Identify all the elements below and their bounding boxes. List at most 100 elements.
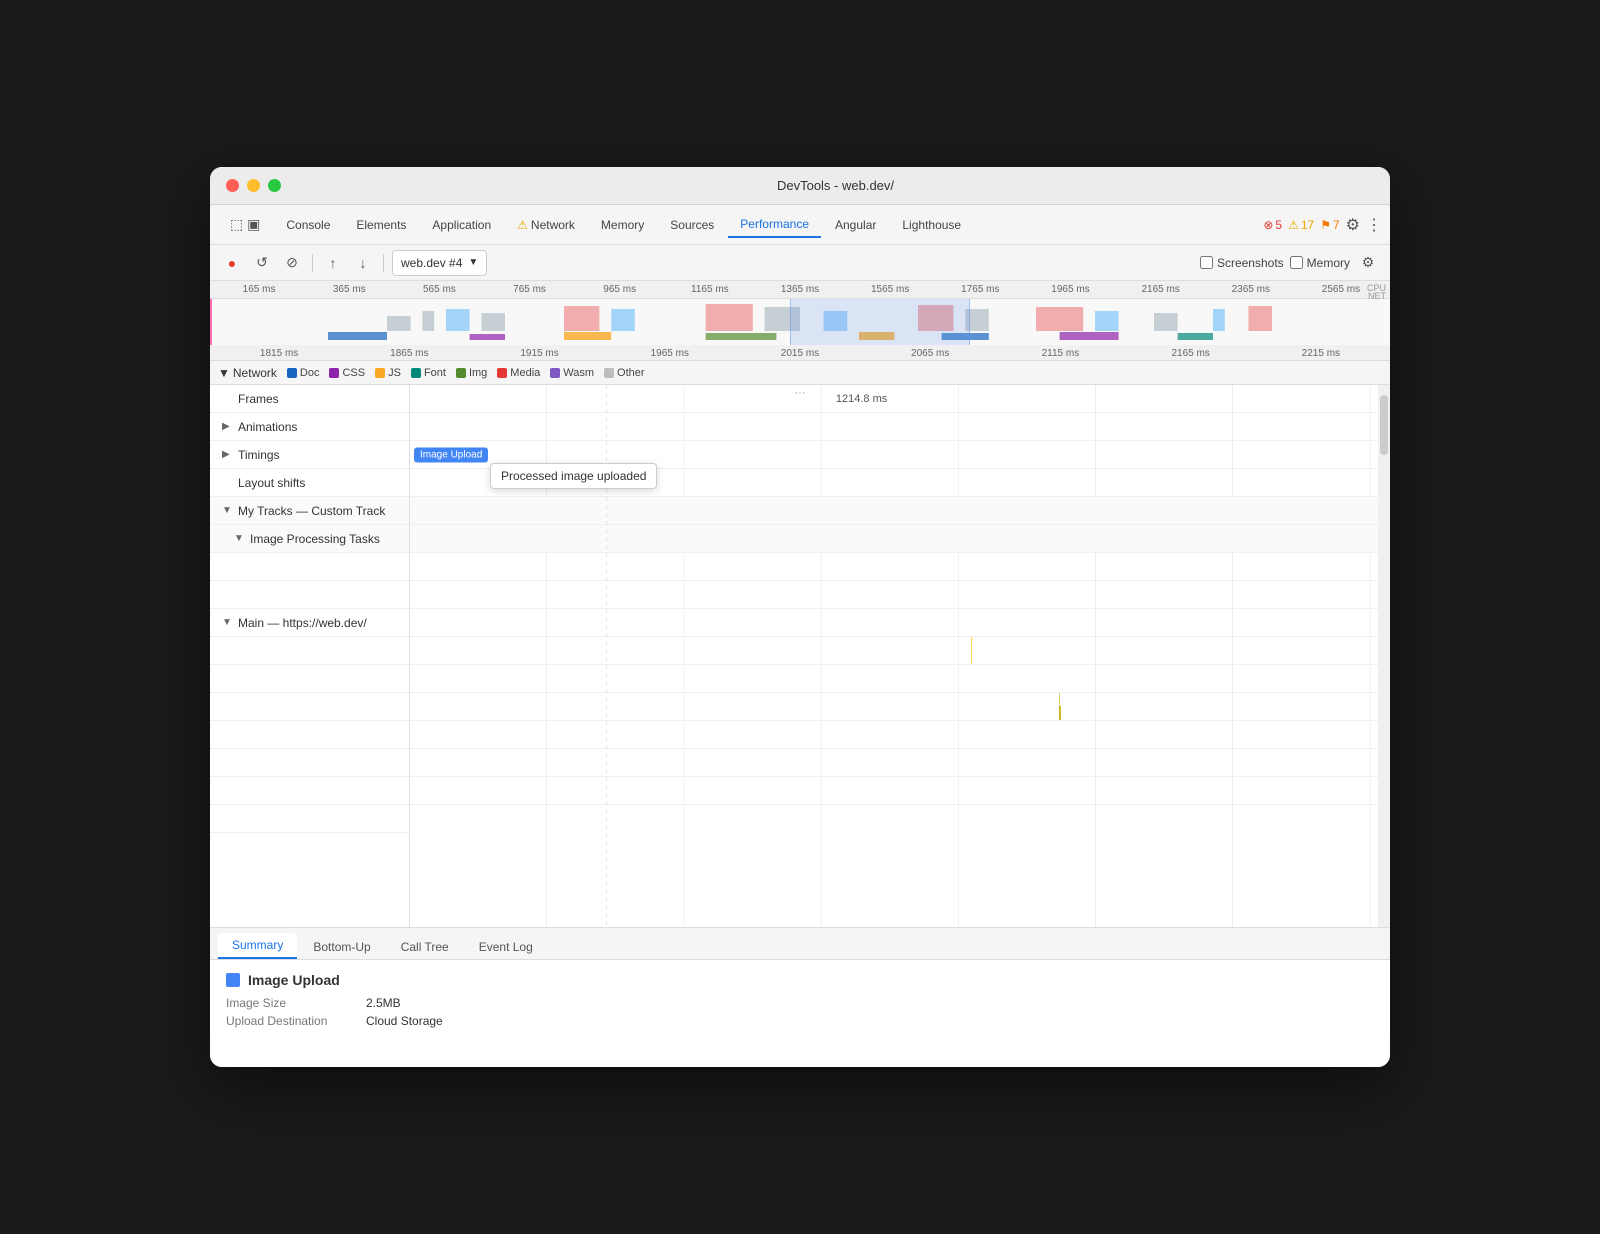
- flag-icon: ⚑: [1320, 218, 1331, 232]
- image-processing-content: [410, 525, 1378, 553]
- track-label-main[interactable]: ▼ Main — https://web.dev/: [210, 609, 409, 637]
- record-button[interactable]: ●: [220, 251, 244, 275]
- maximize-button[interactable]: [268, 179, 281, 192]
- track-label-layout-shifts: ▶ Layout shifts: [210, 469, 409, 497]
- collapse-arrow[interactable]: ▼: [218, 366, 230, 380]
- bottom-panel: Summary Bottom-Up Call Tree Event Log Im…: [210, 927, 1390, 1067]
- reload-button[interactable]: ↺: [250, 251, 274, 275]
- ruler-mark: 965 ms: [575, 284, 665, 295]
- vertical-scrollbar[interactable]: [1378, 385, 1390, 927]
- ruler-mark: 1765 ms: [935, 284, 1025, 295]
- ruler-mark2: 2215 ms: [1256, 348, 1386, 359]
- ruler-mark: 1565 ms: [845, 284, 935, 295]
- track-label-timings[interactable]: ▶ Timings: [210, 441, 409, 469]
- tab-call-tree[interactable]: Call Tree: [387, 935, 463, 959]
- ruler-mark: 365 ms: [304, 284, 394, 295]
- main-thread-row-1: [410, 637, 1378, 665]
- ruler-mark2: 1965 ms: [605, 348, 735, 359]
- ruler-mark: 2165 ms: [1116, 284, 1206, 295]
- close-button[interactable]: [226, 179, 239, 192]
- upload-button[interactable]: ↑: [321, 251, 345, 275]
- main-track-row-6: [210, 777, 409, 805]
- tab-inspector[interactable]: ⬚ ▣: [218, 211, 272, 238]
- ruler-mark: 1365 ms: [755, 284, 845, 295]
- wasm-color: [550, 368, 560, 378]
- devtools-window: DevTools - web.dev/ ⬚ ▣ Console Elements…: [210, 167, 1390, 1067]
- flag-count: 7: [1333, 218, 1340, 232]
- ruler-mark2: 1915 ms: [474, 348, 604, 359]
- timings-arrow[interactable]: ▶: [222, 449, 234, 460]
- tab-network[interactable]: ⚠ Network: [505, 213, 587, 237]
- memory-checkbox[interactable]: Memory: [1290, 256, 1350, 270]
- bottom-tabs-bar: Summary Bottom-Up Call Tree Event Log: [210, 928, 1390, 960]
- settings-icon[interactable]: ⚙: [1346, 215, 1360, 235]
- more-icon[interactable]: ⋮: [1366, 215, 1382, 235]
- tab-elements[interactable]: Elements: [344, 213, 418, 237]
- animations-arrow[interactable]: ▶: [222, 421, 234, 432]
- custom-track-arrow[interactable]: ▼: [222, 505, 234, 516]
- legend-css: CSS: [329, 367, 365, 379]
- tab-application[interactable]: Application: [420, 213, 503, 237]
- font-color: [411, 368, 421, 378]
- tab-angular[interactable]: Angular: [823, 213, 888, 237]
- profile-selector[interactable]: web.dev #4 ▼: [392, 250, 487, 276]
- js-color: [375, 368, 385, 378]
- toolbar: ● ↺ ⊘ ↑ ↓ web.dev #4 ▼ Screenshots Memor…: [210, 245, 1390, 281]
- track-label-animations[interactable]: ▶ Animations: [210, 413, 409, 441]
- image-upload-badge[interactable]: Image Upload: [414, 447, 488, 462]
- tab-summary[interactable]: Summary: [218, 933, 297, 959]
- main-track-row-2: [210, 665, 409, 693]
- main-arrow[interactable]: ▼: [222, 617, 234, 628]
- ruler-mark: 165 ms: [214, 284, 304, 295]
- minimize-button[interactable]: [247, 179, 260, 192]
- frames-label: ▶ Frames: [210, 392, 410, 406]
- minimap[interactable]: [210, 299, 1390, 345]
- tab-console[interactable]: Console: [274, 213, 342, 237]
- legend-img: Img: [456, 367, 487, 379]
- memory-input[interactable]: [1290, 256, 1303, 269]
- tab-memory[interactable]: Memory: [589, 213, 656, 237]
- timeline-selection[interactable]: [790, 299, 970, 345]
- track-empty-1: [210, 553, 409, 581]
- track-content-area: 1214.8 ms Image Upload Processed image u…: [410, 385, 1390, 927]
- tab-lighthouse[interactable]: Lighthouse: [890, 213, 973, 237]
- track-labels-panel: ▶ Frames ▶ Animations ▶ Timings: [210, 385, 410, 927]
- tab-event-log[interactable]: Event Log: [465, 935, 547, 959]
- more-options[interactable]: ···: [795, 387, 806, 399]
- screenshots-checkbox[interactable]: Screenshots: [1200, 256, 1284, 270]
- summary-row-size: Image Size 2.5MB: [226, 996, 1374, 1010]
- image-processing-arrow[interactable]: ▼: [234, 533, 246, 544]
- toolbar-settings-button[interactable]: ⚙: [1356, 251, 1380, 275]
- legend-doc: Doc: [287, 367, 320, 379]
- track-label-image-processing[interactable]: ▼ Image Processing Tasks: [210, 525, 409, 553]
- timeline-pink-marker: [210, 299, 212, 345]
- css-color: [329, 368, 339, 378]
- timings-content: Image Upload Processed image uploaded: [410, 441, 1378, 469]
- ruler-mark2: 2065 ms: [865, 348, 995, 359]
- layout-shifts-label: ▶ Layout shifts: [210, 476, 410, 490]
- main-thread-row-6: [410, 777, 1378, 805]
- tab-performance[interactable]: Performance: [728, 212, 821, 238]
- clear-button[interactable]: ⊘: [280, 251, 304, 275]
- main-thread-header-content: [410, 609, 1378, 637]
- track-label-custom-track[interactable]: ▼ My Tracks — Custom Track: [210, 497, 409, 525]
- doc-color: [287, 368, 297, 378]
- main-track-row-5: [210, 749, 409, 777]
- scrollbar-thumb[interactable]: [1380, 395, 1388, 455]
- custom-track-content: [410, 497, 1378, 525]
- network-legend: ▼ Network Doc CSS JS Font Img Media: [210, 361, 1390, 385]
- screenshots-input[interactable]: [1200, 256, 1213, 269]
- ruler-mark2: 2165 ms: [1126, 348, 1256, 359]
- summary-row-destination: Upload Destination Cloud Storage: [226, 1014, 1374, 1028]
- tab-sources[interactable]: Sources: [658, 213, 726, 237]
- animations-content: [410, 413, 1378, 441]
- timeline-header: 165 ms 365 ms 565 ms 765 ms 965 ms 1165 …: [210, 281, 1390, 361]
- empty-row-1: [410, 553, 1378, 581]
- traffic-lights: [226, 179, 281, 192]
- tooltip-popup: Processed image uploaded: [490, 463, 657, 489]
- ruler-mark: 1965 ms: [1025, 284, 1115, 295]
- tab-bottom-up[interactable]: Bottom-Up: [299, 935, 384, 959]
- summary-title: Image Upload: [226, 972, 1374, 988]
- download-button[interactable]: ↓: [351, 251, 375, 275]
- track-empty-2: [210, 581, 409, 609]
